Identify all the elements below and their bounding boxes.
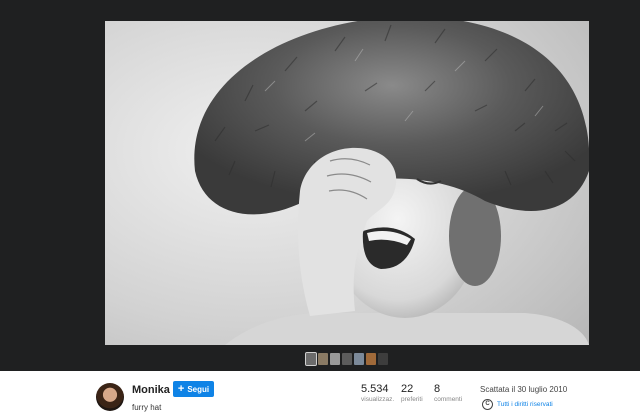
- photo-info-bar: Monika + Segui furry hat 5.534 visualizz…: [0, 371, 640, 415]
- follow-button[interactable]: + Segui: [173, 381, 214, 397]
- comments-stat[interactable]: 8 commenti: [434, 383, 462, 403]
- comments-count: 8: [434, 383, 441, 395]
- taken-date: Scattata il 30 luglio 2010: [480, 385, 568, 394]
- views-count: 5.534: [361, 383, 389, 395]
- filmstrip-thumbnail[interactable]: [342, 353, 352, 365]
- filmstrip-thumbnail[interactable]: [330, 353, 340, 365]
- plus-icon: +: [177, 382, 185, 395]
- favorites-stat[interactable]: 22 preferiti: [401, 383, 423, 403]
- views-label: visualizzaz.: [361, 396, 395, 403]
- author-name[interactable]: Monika: [132, 384, 170, 396]
- filmstrip-thumbnail[interactable]: [318, 353, 328, 365]
- favorites-count: 22: [401, 383, 414, 395]
- favorites-label: preferiti: [401, 396, 423, 403]
- filmstrip-thumbnail[interactable]: [366, 353, 376, 365]
- photo-image: [105, 21, 589, 345]
- views-stat: 5.534 visualizzaz.: [361, 383, 394, 403]
- follow-label: Segui: [187, 384, 210, 394]
- filmstrip: [305, 352, 388, 366]
- license-info[interactable]: C Tutti i diritti riservati: [482, 399, 553, 410]
- copyright-icon: C: [482, 399, 493, 410]
- main-photo[interactable]: [105, 21, 589, 345]
- comments-label: commenti: [434, 396, 463, 403]
- filmstrip-thumbnail[interactable]: [305, 352, 317, 366]
- photo-viewer: [0, 0, 640, 371]
- filmstrip-thumbnail[interactable]: [378, 353, 388, 365]
- license-link[interactable]: Tutti i diritti riservati: [497, 401, 553, 408]
- photo-title: furry hat: [132, 403, 162, 412]
- filmstrip-thumbnail[interactable]: [354, 353, 364, 365]
- avatar[interactable]: [96, 383, 124, 411]
